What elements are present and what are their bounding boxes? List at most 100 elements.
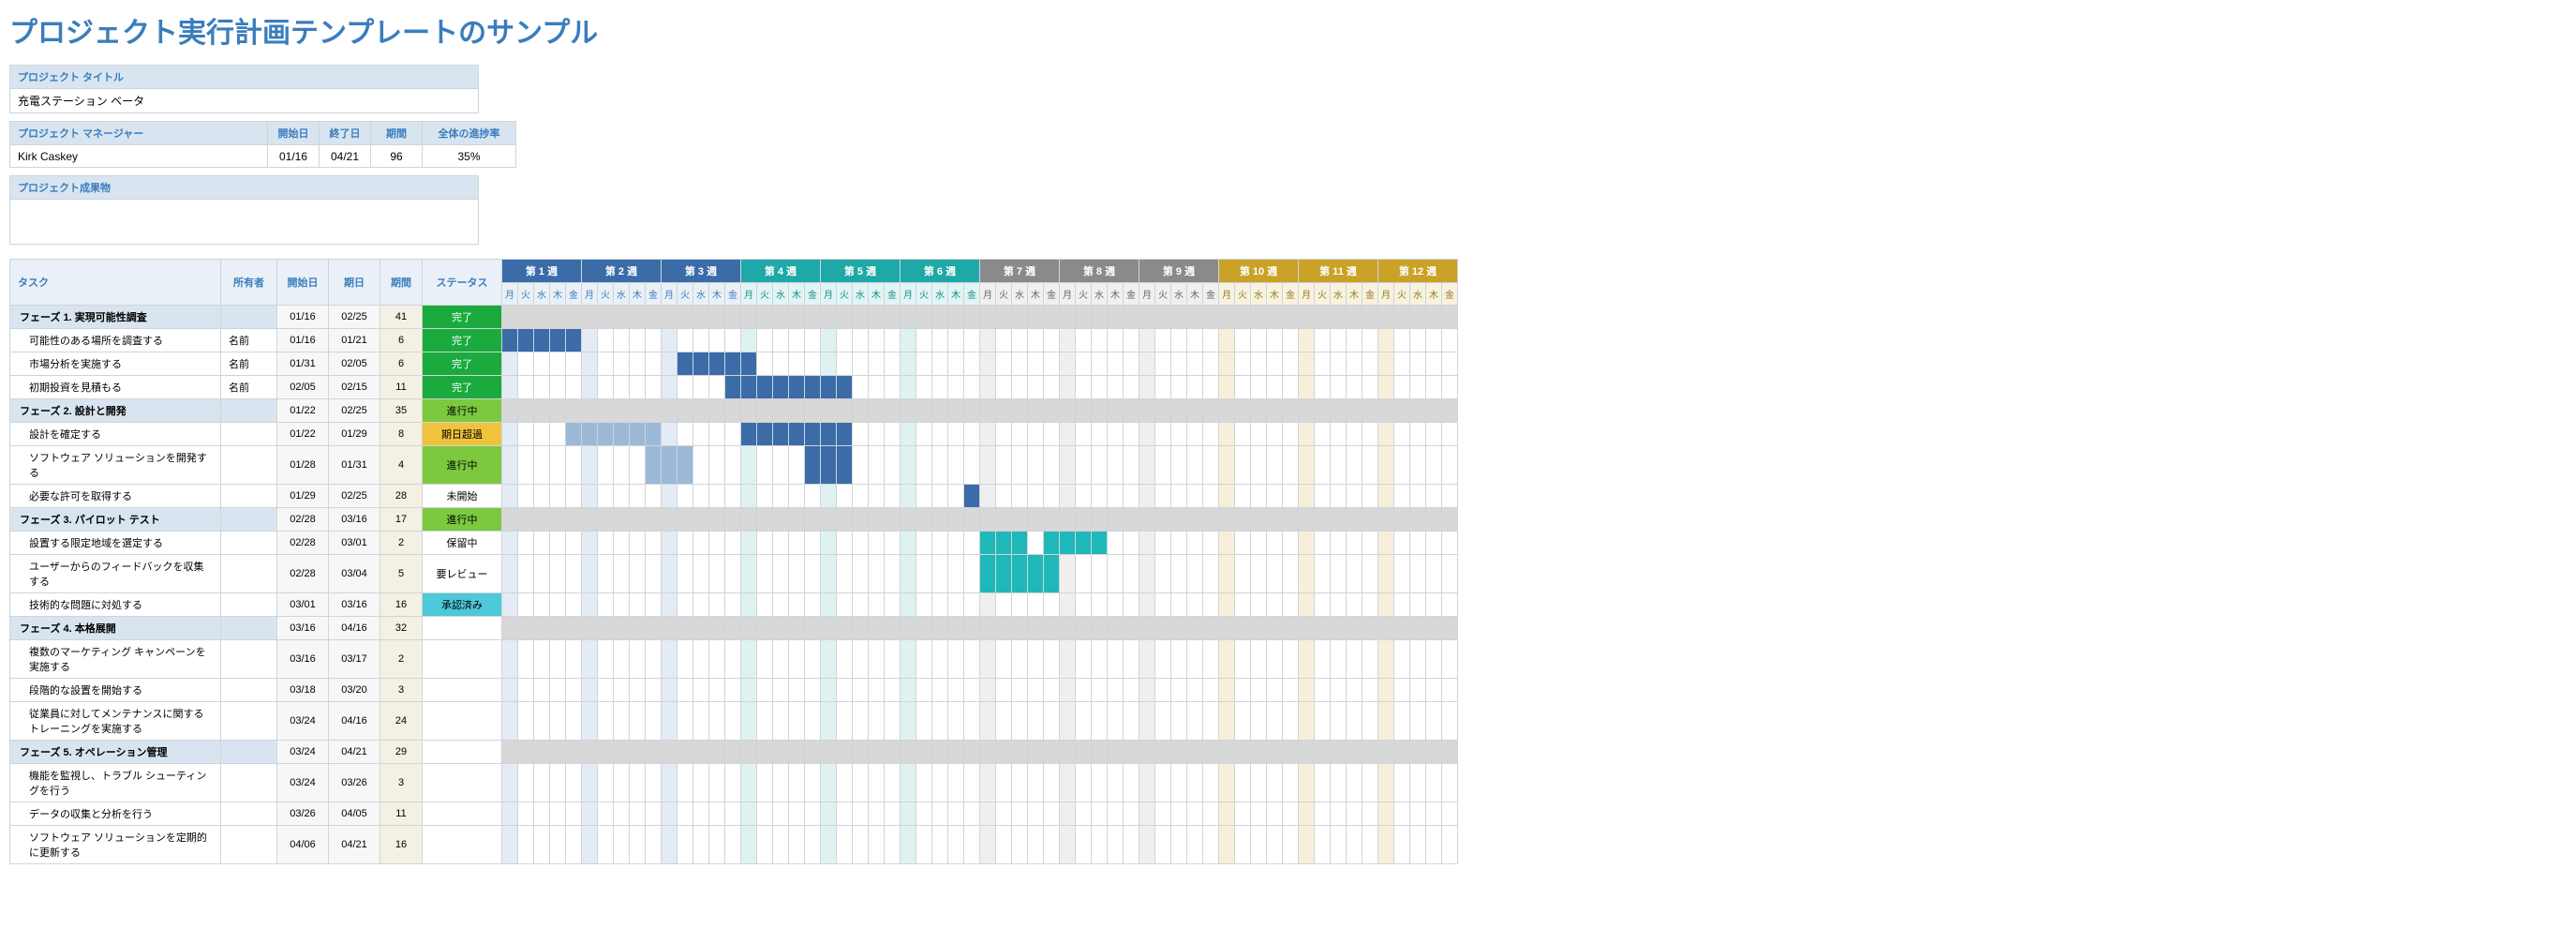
task-owner[interactable]	[221, 555, 277, 593]
task-due[interactable]: 02/25	[329, 399, 380, 423]
task-start[interactable]: 03/16	[277, 640, 329, 679]
task-status[interactable]	[423, 679, 502, 702]
task-status[interactable]: 保留中	[423, 532, 502, 555]
task-status[interactable]: 進行中	[423, 508, 502, 532]
task-owner[interactable]: 名前	[221, 352, 277, 376]
prog-value[interactable]: 35%	[423, 145, 516, 168]
task-duration[interactable]: 17	[380, 508, 423, 532]
task-name[interactable]: ユーザーからのフィードバックを収集する	[10, 555, 221, 593]
task-owner[interactable]	[221, 802, 277, 826]
task-name[interactable]: 機能を監視し、トラブル シューティングを行う	[10, 764, 221, 802]
task-status[interactable]: 進行中	[423, 446, 502, 485]
task-status[interactable]	[423, 617, 502, 640]
task-start[interactable]: 01/16	[277, 329, 329, 352]
task-due[interactable]: 02/25	[329, 306, 380, 329]
task-owner[interactable]	[221, 532, 277, 555]
task-start[interactable]: 04/06	[277, 826, 329, 864]
task-due[interactable]: 04/21	[329, 741, 380, 764]
task-status[interactable]: 完了	[423, 329, 502, 352]
task-owner[interactable]	[221, 446, 277, 485]
task-name[interactable]: 従業員に対してメンテナンスに関するトレーニングを実施する	[10, 702, 221, 741]
task-status[interactable]	[423, 764, 502, 802]
task-due[interactable]: 01/31	[329, 446, 380, 485]
task-status[interactable]	[423, 640, 502, 679]
task-duration[interactable]: 2	[380, 532, 423, 555]
task-owner[interactable]	[221, 741, 277, 764]
task-duration[interactable]: 41	[380, 306, 423, 329]
task-start[interactable]: 03/24	[277, 764, 329, 802]
task-due[interactable]: 03/04	[329, 555, 380, 593]
task-owner[interactable]	[221, 508, 277, 532]
task-owner[interactable]	[221, 399, 277, 423]
task-name[interactable]: 必要な許可を取得する	[10, 485, 221, 508]
task-due[interactable]: 02/15	[329, 376, 380, 399]
task-owner[interactable]	[221, 764, 277, 802]
task-duration[interactable]: 4	[380, 446, 423, 485]
task-start[interactable]: 03/24	[277, 741, 329, 764]
task-status[interactable]	[423, 741, 502, 764]
task-start[interactable]: 03/26	[277, 802, 329, 826]
task-start[interactable]: 02/05	[277, 376, 329, 399]
task-name[interactable]: フェーズ 5. オペレーション管理	[10, 741, 221, 764]
task-name[interactable]: データの収集と分析を行う	[10, 802, 221, 826]
deliv-value[interactable]	[10, 200, 479, 245]
task-due[interactable]: 01/29	[329, 423, 380, 446]
task-owner[interactable]	[221, 679, 277, 702]
task-name[interactable]: フェーズ 3. パイロット テスト	[10, 508, 221, 532]
task-duration[interactable]: 29	[380, 741, 423, 764]
mgr-value[interactable]: Kirk Caskey	[10, 145, 268, 168]
task-start[interactable]: 01/22	[277, 423, 329, 446]
task-owner[interactable]	[221, 702, 277, 741]
proj-title-value[interactable]: 充電ステーション ベータ	[10, 89, 479, 113]
task-start[interactable]: 01/22	[277, 399, 329, 423]
task-start[interactable]: 01/31	[277, 352, 329, 376]
task-due[interactable]: 04/05	[329, 802, 380, 826]
task-duration[interactable]: 11	[380, 376, 423, 399]
task-name[interactable]: ソフトウェア ソリューションを定期的に更新する	[10, 826, 221, 864]
dur-value[interactable]: 96	[371, 145, 423, 168]
task-owner[interactable]	[221, 423, 277, 446]
task-due[interactable]: 02/25	[329, 485, 380, 508]
task-status[interactable]: 期日超過	[423, 423, 502, 446]
task-due[interactable]: 03/26	[329, 764, 380, 802]
task-duration[interactable]: 8	[380, 423, 423, 446]
task-due[interactable]: 04/21	[329, 826, 380, 864]
task-status[interactable]: 完了	[423, 376, 502, 399]
task-status[interactable]	[423, 802, 502, 826]
task-due[interactable]: 03/01	[329, 532, 380, 555]
task-start[interactable]: 02/28	[277, 532, 329, 555]
task-name[interactable]: 市場分析を実施する	[10, 352, 221, 376]
task-due[interactable]: 03/20	[329, 679, 380, 702]
task-start[interactable]: 01/16	[277, 306, 329, 329]
task-start[interactable]: 01/29	[277, 485, 329, 508]
task-name[interactable]: フェーズ 4. 本格展開	[10, 617, 221, 640]
task-status[interactable]: 要レビュー	[423, 555, 502, 593]
task-name[interactable]: 可能性のある場所を調査する	[10, 329, 221, 352]
task-name[interactable]: ソフトウェア ソリューションを開発する	[10, 446, 221, 485]
task-owner[interactable]	[221, 826, 277, 864]
task-owner[interactable]	[221, 485, 277, 508]
task-owner[interactable]	[221, 640, 277, 679]
task-name[interactable]: 段階的な設置を開始する	[10, 679, 221, 702]
task-start[interactable]: 03/01	[277, 593, 329, 617]
task-owner[interactable]: 名前	[221, 376, 277, 399]
task-status[interactable]	[423, 826, 502, 864]
task-due[interactable]: 03/16	[329, 593, 380, 617]
task-due[interactable]: 04/16	[329, 702, 380, 741]
task-start[interactable]: 03/24	[277, 702, 329, 741]
task-owner[interactable]	[221, 617, 277, 640]
task-status[interactable]: 完了	[423, 352, 502, 376]
task-name[interactable]: フェーズ 1. 実現可能性調査	[10, 306, 221, 329]
task-duration[interactable]: 3	[380, 764, 423, 802]
task-due[interactable]: 04/16	[329, 617, 380, 640]
task-status[interactable]: 完了	[423, 306, 502, 329]
task-name[interactable]: 複数のマーケティング キャンペーンを実施する	[10, 640, 221, 679]
task-duration[interactable]: 11	[380, 802, 423, 826]
end-value[interactable]: 04/21	[320, 145, 371, 168]
task-start[interactable]: 01/28	[277, 446, 329, 485]
task-duration[interactable]: 2	[380, 640, 423, 679]
task-due[interactable]: 03/16	[329, 508, 380, 532]
task-name[interactable]: フェーズ 2. 設計と開発	[10, 399, 221, 423]
task-duration[interactable]: 5	[380, 555, 423, 593]
task-duration[interactable]: 32	[380, 617, 423, 640]
